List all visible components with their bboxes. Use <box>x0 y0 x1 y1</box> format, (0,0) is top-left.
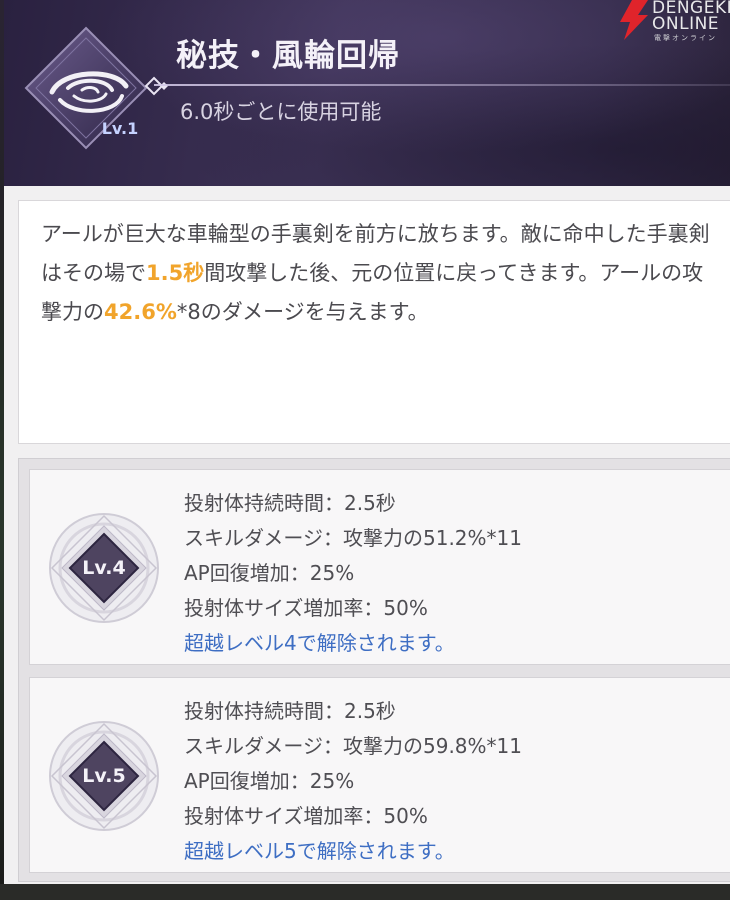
lightning-bolt-icon <box>620 0 648 40</box>
unlock-condition: 超越レベル4で解除されます。 <box>184 631 455 655</box>
upgrade-card-lv4: Lv.4 投射体持続時間：2.5秒 スキルダメージ：攻撃力の51.2%*11 A… <box>29 469 730 665</box>
stat-projectile-size: 投射体サイズ増加率：50% <box>184 804 428 828</box>
upgrade-card-lv5: Lv.5 投射体持続時間：2.5秒 スキルダメージ：攻撃力の59.8%*11 A… <box>29 677 730 873</box>
stat-skill-damage: スキルダメージ：攻撃力の59.8%*11 <box>184 734 522 758</box>
skill-emblem-icon: Lv.1 <box>24 26 168 150</box>
level-badge-lv4: Lv.4 <box>46 510 162 626</box>
stat-projectile-duration: 投射体持続時間：2.5秒 <box>184 699 396 723</box>
skill-description: アールが巨大な車輪型の手裏剣を前方に放ちます。敵に命中した手裏剣はその場で1.5… <box>41 215 721 332</box>
level-badge-label: Lv.4 <box>82 557 126 579</box>
skill-level-badge: Lv.1 <box>102 119 139 138</box>
level-badge-lv5: Lv.5 <box>46 718 162 834</box>
title-divider <box>154 84 730 86</box>
upgrade-list: Lv.4 投射体持続時間：2.5秒 スキルダメージ：攻撃力の51.2%*11 A… <box>18 458 730 882</box>
skill-title: 秘技・風輪回帰 <box>176 38 400 74</box>
skill-cooldown: 6.0秒ごとに使用可能 <box>180 100 382 124</box>
level-badge-label: Lv.5 <box>82 765 126 787</box>
description-highlight-attack: 42.6% <box>104 300 177 324</box>
stat-ap-recovery: AP回復増加：25% <box>184 769 355 793</box>
stat-skill-damage: スキルダメージ：攻撃力の51.2%*11 <box>184 526 522 550</box>
background-strip <box>0 884 730 900</box>
description-highlight-duration: 1.5秒 <box>146 261 205 285</box>
watermark-line2: ONLINE <box>652 14 720 34</box>
dengeki-online-watermark: DENGEKI ONLINE 電撃オンライン <box>610 0 730 44</box>
stat-ap-recovery: AP回復増加：25% <box>184 561 355 585</box>
unlock-condition: 超越レベル5で解除されます。 <box>184 839 455 863</box>
stat-projectile-duration: 投射体持続時間：2.5秒 <box>184 491 396 515</box>
skill-detail-panel: Lv.1 秘技・風輪回帰 6.0秒ごとに使用可能 アールが巨大な車輪型の手裏剣を… <box>4 0 730 884</box>
skill-description-box: アールが巨大な車輪型の手裏剣を前方に放ちます。敵に命中した手裏剣はその場で1.5… <box>18 200 730 444</box>
description-text: *8のダメージを与えます。 <box>176 300 429 324</box>
upgrade-stats: 投射体持続時間：2.5秒 スキルダメージ：攻撃力の51.2%*11 AP回復増加… <box>184 486 522 661</box>
upgrade-stats: 投射体持続時間：2.5秒 スキルダメージ：攻撃力の59.8%*11 AP回復増加… <box>184 694 522 869</box>
stat-projectile-size: 投射体サイズ増加率：50% <box>184 596 428 620</box>
watermark-line3: 電撃オンライン <box>654 34 717 42</box>
